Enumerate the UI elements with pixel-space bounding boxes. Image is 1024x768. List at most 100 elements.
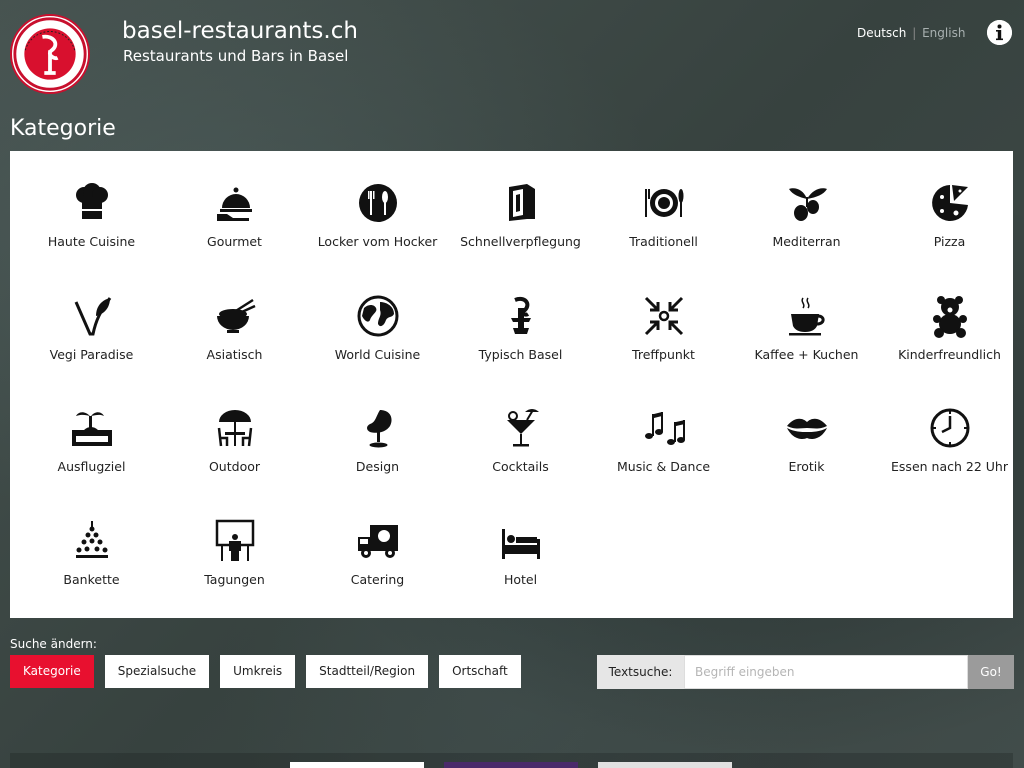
partner-banner-3[interactable] <box>598 762 732 768</box>
category-label: Erotik <box>788 459 825 474</box>
tab-umkreis[interactable]: Umkreis <box>220 655 296 688</box>
category-pizza[interactable]: Pizza <box>878 181 1021 294</box>
globe-icon <box>356 294 400 338</box>
lang-english[interactable]: English <box>922 26 965 40</box>
delivery-truck-icon <box>356 519 400 563</box>
chef-hat-icon <box>70 181 114 225</box>
site-subtitle: Restaurants und Bars in Basel <box>123 47 349 65</box>
category-mediterran[interactable]: Mediterran <box>735 181 878 294</box>
category-label: Typisch Basel <box>478 346 563 362</box>
bed-icon <box>499 519 543 563</box>
category-vegi-paradise[interactable]: Vegi Paradise <box>20 294 163 407</box>
lips-icon <box>785 406 829 450</box>
clock-icon <box>928 406 972 450</box>
category-essen-nach-22-uhr[interactable]: Essen nach 22 Uhr <box>878 406 1021 519</box>
category-label: Haute Cuisine <box>47 234 136 249</box>
text-search-label: Textsuche: <box>597 655 684 689</box>
traditional-plate-icon <box>642 181 686 225</box>
category-label: Treffpunkt <box>632 346 695 362</box>
search-tabs: Kategorie Spezialsuche Umkreis Stadtteil… <box>10 655 532 688</box>
category-design[interactable]: Design <box>306 406 449 519</box>
category-label: Tagungen <box>204 571 265 587</box>
meeting-point-icon <box>642 294 686 338</box>
lang-deutsch[interactable]: Deutsch <box>857 26 906 40</box>
category-haute-cuisine[interactable]: Haute Cuisine <box>20 181 163 294</box>
presentation-icon <box>213 519 257 563</box>
wirteverband-seal-icon <box>13 17 87 91</box>
plate-cutlery-icon <box>356 181 400 225</box>
category-label: Hotel <box>503 571 538 587</box>
info-button[interactable] <box>987 20 1012 45</box>
category-panel: Haute Cuisine Gourmet Locker vom Hocker … <box>10 151 1013 618</box>
site-title[interactable]: basel-restaurants.ch <box>122 18 358 44</box>
category-grid: Haute Cuisine Gourmet Locker vom Hocker … <box>20 181 1021 631</box>
category-music-dance[interactable]: Music & Dance <box>592 406 735 519</box>
category-locker-vom-hocker[interactable]: Locker vom Hocker <box>306 181 449 294</box>
egg-chair-icon <box>356 406 400 450</box>
category-bankette[interactable]: Bankette <box>20 519 163 632</box>
category-label: Traditionell <box>629 234 698 249</box>
tab-spezialsuche[interactable]: Spezialsuche <box>104 655 210 688</box>
site-logo[interactable] <box>10 14 90 94</box>
page-title: Kategorie <box>10 116 116 141</box>
partner-banner-2[interactable] <box>444 762 578 768</box>
category-label: Vegi Paradise <box>49 346 134 362</box>
language-switcher: Deutsch | English <box>857 26 965 40</box>
category-label: Music & Dance <box>616 459 711 474</box>
category-kinderfreundlich[interactable]: Kinderfreundlich <box>878 294 1021 407</box>
category-erotik[interactable]: Erotik <box>735 406 878 519</box>
takeaway-bag-icon <box>499 181 543 225</box>
category-label: Pizza <box>933 234 966 249</box>
partner-banner-1[interactable] <box>290 762 424 768</box>
category-label: Gourmet <box>207 234 262 249</box>
category-treffpunkt[interactable]: Treffpunkt <box>592 294 735 407</box>
category-label: Kaffee + Kuchen <box>754 346 859 362</box>
teddy-bear-icon <box>928 294 972 338</box>
category-catering[interactable]: Catering <box>306 519 449 632</box>
search-go-button[interactable]: Go! <box>968 655 1014 689</box>
category-cocktails[interactable]: Cocktails <box>449 406 592 519</box>
category-label: Catering <box>350 571 405 587</box>
category-asiatisch[interactable]: Asiatisch <box>163 294 306 407</box>
cloche-icon <box>213 181 257 225</box>
lang-separator: | <box>912 26 917 40</box>
category-outdoor[interactable]: Outdoor <box>163 406 306 519</box>
category-schnellverpflegung[interactable]: Schnellverpflegung <box>449 181 592 294</box>
tab-kategorie[interactable]: Kategorie <box>10 655 94 688</box>
category-label: World Cuisine <box>334 346 421 362</box>
category-label: Design <box>355 459 400 474</box>
tab-ortschaft[interactable]: Ortschaft <box>439 655 521 688</box>
olive-icon <box>785 181 829 225</box>
category-label: Locker vom Hocker <box>317 234 438 249</box>
category-traditionell[interactable]: Traditionell <box>592 181 735 294</box>
island-icon <box>70 406 114 450</box>
category-gourmet[interactable]: Gourmet <box>163 181 306 294</box>
category-hotel[interactable]: Hotel <box>449 519 592 632</box>
category-label: Kinderfreundlich <box>898 346 1001 362</box>
category-label: Schnellverpflegung <box>460 234 581 249</box>
text-search: Textsuche: Go! <box>597 655 1014 689</box>
category-tagungen[interactable]: Tagungen <box>163 519 306 632</box>
leaf-icon <box>70 294 114 338</box>
category-label: Cocktails <box>492 459 549 474</box>
baselstab-icon <box>499 294 543 338</box>
category-label: Ausflugziel <box>57 459 126 474</box>
category-label: Essen nach 22 Uhr <box>891 459 1008 474</box>
category-world-cuisine[interactable]: World Cuisine <box>306 294 449 407</box>
coffee-cup-icon <box>785 294 829 338</box>
music-notes-icon <box>642 406 686 450</box>
category-label: Mediterran <box>772 234 841 249</box>
cocktail-icon <box>499 406 543 450</box>
rice-bowl-icon <box>213 294 257 338</box>
text-search-input[interactable] <box>684 655 968 689</box>
category-label: Asiatisch <box>206 346 263 362</box>
category-label: Bankette <box>63 571 120 587</box>
tab-stadtteil-region[interactable]: Stadtteil/Region <box>306 655 429 688</box>
category-ausflugziel[interactable]: Ausflugziel <box>20 406 163 519</box>
parasol-table-icon <box>213 406 257 450</box>
search-change-label: Suche ändern: <box>10 637 97 651</box>
info-icon <box>987 20 1012 45</box>
category-typisch-basel[interactable]: Typisch Basel <box>449 294 592 407</box>
category-kaffee-kuchen[interactable]: Kaffee + Kuchen <box>735 294 878 407</box>
pizza-icon <box>928 181 972 225</box>
